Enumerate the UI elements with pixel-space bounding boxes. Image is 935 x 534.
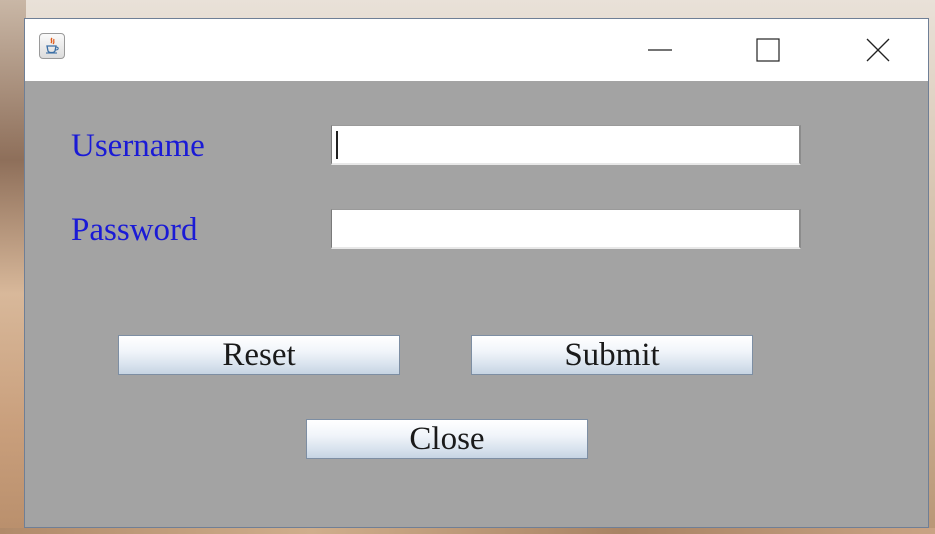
close-window-button[interactable] xyxy=(855,33,901,67)
close-button[interactable]: Close xyxy=(306,419,588,459)
password-input[interactable] xyxy=(331,209,801,249)
java-icon[interactable] xyxy=(39,33,65,59)
reset-button[interactable]: Reset xyxy=(118,335,400,375)
submit-button[interactable]: Submit xyxy=(471,335,753,375)
minimize-button[interactable] xyxy=(637,33,683,67)
desktop-background-strip xyxy=(0,528,935,534)
maximize-button[interactable] xyxy=(745,33,791,67)
login-window: Username Password Reset Submit Close xyxy=(24,18,929,528)
password-label: Password xyxy=(71,212,198,248)
username-label: Username xyxy=(71,128,205,164)
desktop-background xyxy=(0,0,26,534)
minimize-icon xyxy=(648,49,672,51)
text-caret xyxy=(336,131,338,159)
username-input[interactable] xyxy=(331,125,801,165)
title-bar[interactable] xyxy=(25,19,928,81)
maximize-icon xyxy=(756,38,780,62)
close-icon xyxy=(866,38,890,62)
